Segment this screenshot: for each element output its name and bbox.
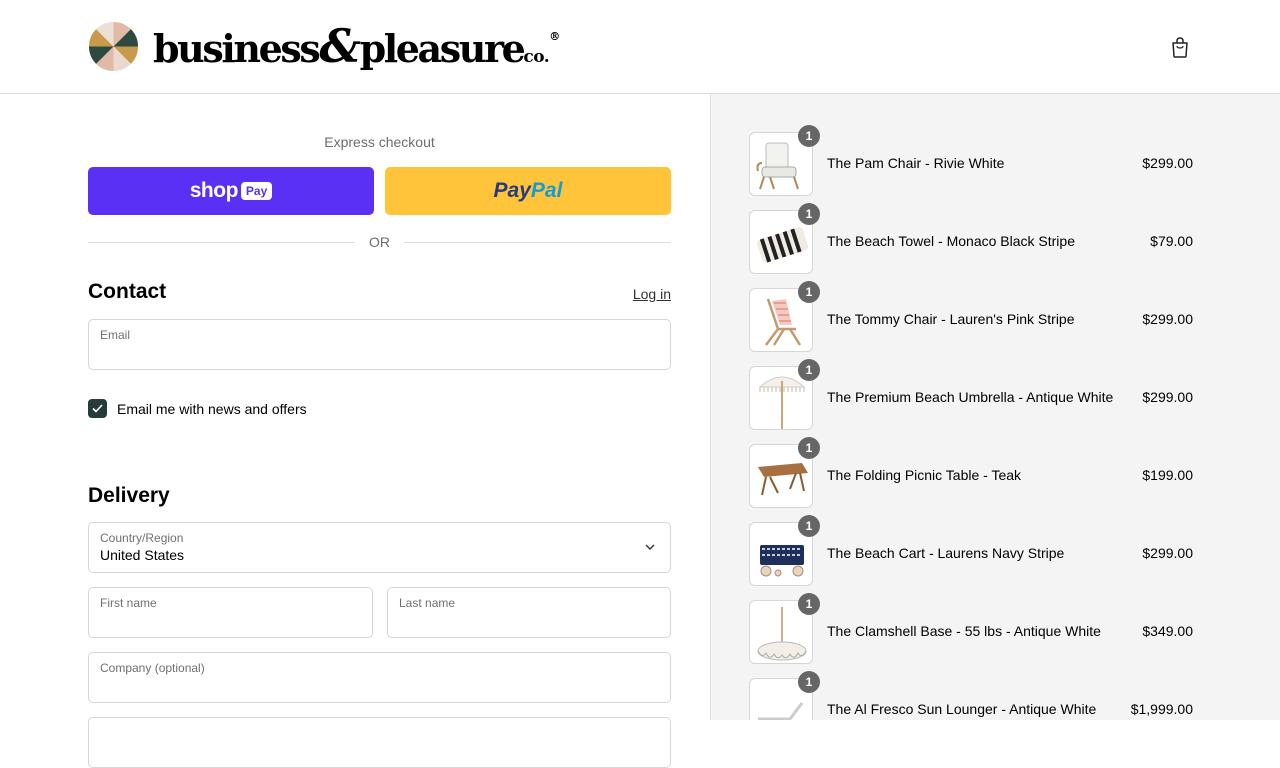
- quantity-badge: 1: [798, 359, 820, 381]
- item-price: $349.00: [1142, 623, 1193, 639]
- quantity-badge: 1: [798, 203, 820, 225]
- cart-item: 1 The Premium Beach Umbrella - Antique W…: [749, 359, 1193, 430]
- item-price: $299.00: [1142, 389, 1193, 405]
- item-name: The Clamshell Base - 55 lbs - Antique Wh…: [827, 623, 1101, 639]
- item-price: $299.00: [1142, 155, 1193, 171]
- item-price: $1,999.00: [1130, 701, 1193, 717]
- newsletter-option[interactable]: Email me with news and offers: [88, 399, 307, 418]
- paypal-button[interactable]: Pay Pal: [385, 167, 671, 215]
- quantity-badge: 1: [798, 281, 820, 303]
- item-name: The Premium Beach Umbrella - Antique Whi…: [827, 389, 1114, 405]
- brand-main: business: [153, 26, 321, 71]
- company-field[interactable]: Company (optional): [88, 652, 671, 703]
- cart-item: 1 The Clamshell Base - 55 lbs - Antique …: [749, 593, 1193, 664]
- brand-ampersand: &: [319, 19, 361, 73]
- or-label: OR: [369, 234, 390, 250]
- cart-item: 1 The Beach Cart - Laurens Navy Stripe $…: [749, 515, 1193, 586]
- item-name: The Pam Chair - Rivie White: [827, 155, 1005, 171]
- site-header: business&pleasureco. ®: [0, 0, 1280, 94]
- umbrella-logo-icon: [88, 21, 139, 71]
- item-name: The Beach Cart - Laurens Navy Stripe: [827, 545, 1065, 561]
- cart-item: 1 The Tommy Chair - Lauren's Pink Stripe…: [749, 281, 1193, 352]
- address-field[interactable]: [88, 717, 671, 768]
- brand-wordmark: business&pleasureco.®: [153, 23, 560, 69]
- item-name: The Tommy Chair - Lauren's Pink Stripe: [827, 311, 1075, 327]
- login-link[interactable]: Log in: [600, 286, 671, 302]
- shopping-bag-icon[interactable]: [1170, 36, 1190, 58]
- brand-logo[interactable]: business&pleasureco. ®: [88, 20, 560, 72]
- shop-pay-badge: Pay: [240, 182, 273, 200]
- checkmark-icon: [92, 404, 103, 413]
- paypal-wordmark-pay: Pay: [493, 179, 531, 202]
- newsletter-checkbox[interactable]: [88, 399, 107, 418]
- shop-pay-button[interactable]: shop Pay: [88, 167, 374, 215]
- or-divider: OR: [88, 232, 671, 252]
- company-label: Company (optional): [100, 661, 205, 675]
- country-select-label: Country/Region: [100, 531, 184, 545]
- express-checkout-title: Express checkout: [324, 134, 435, 150]
- cart-item: 1 The Beach Towel - Monaco Black Stripe …: [749, 203, 1193, 274]
- cart-item: 1 The Pam Chair - Rivie White $299.00: [749, 125, 1193, 196]
- item-price: $299.00: [1142, 545, 1193, 561]
- email-field[interactable]: Email: [88, 319, 671, 370]
- item-price: $79.00: [1150, 233, 1193, 249]
- cart-item: 1 The Al Fresco Sun Lounger - Antique Wh…: [749, 671, 1193, 720]
- cart-item: 1 The Folding Picnic Table - Teak $199.0…: [749, 437, 1193, 508]
- quantity-badge: 1: [798, 671, 820, 693]
- quantity-badge: 1: [798, 125, 820, 147]
- quantity-badge: 1: [798, 515, 820, 537]
- item-name: The Folding Picnic Table - Teak: [827, 467, 1022, 483]
- item-price: $199.00: [1142, 467, 1193, 483]
- email-field-label: Email: [100, 328, 131, 342]
- contact-heading: Contact: [88, 280, 167, 303]
- checkout-form-panel: Express checkout shop Pay Pay Pal OR Cont…: [0, 94, 710, 768]
- shop-pay-wordmark: shop: [189, 179, 239, 202]
- last-name-field[interactable]: Last name: [387, 587, 671, 638]
- first-name-field[interactable]: First name: [88, 587, 373, 638]
- item-price: $299.00: [1142, 311, 1193, 327]
- first-name-label: First name: [100, 596, 157, 610]
- brand-registered: ®: [549, 30, 561, 43]
- brand-second: pleasure: [359, 26, 526, 71]
- country-select-value: United States: [100, 547, 185, 563]
- item-name: The Al Fresco Sun Lounger - Antique Whit…: [827, 701, 1097, 717]
- order-summary-panel: 1 The Pam Chair - Rivie White $299.00 1 …: [710, 94, 1280, 720]
- quantity-badge: 1: [798, 593, 820, 615]
- delivery-heading: Delivery: [88, 484, 170, 507]
- item-name: The Beach Towel - Monaco Black Stripe: [827, 233, 1075, 249]
- brand-co: co.: [523, 47, 550, 67]
- quantity-badge: 1: [798, 437, 820, 459]
- chevron-down-icon: [645, 544, 655, 550]
- country-select[interactable]: Country/Region United States: [88, 522, 671, 573]
- newsletter-label: Email me with news and offers: [117, 400, 307, 417]
- paypal-wordmark-pal: Pal: [530, 179, 563, 202]
- last-name-label: Last name: [399, 596, 456, 610]
